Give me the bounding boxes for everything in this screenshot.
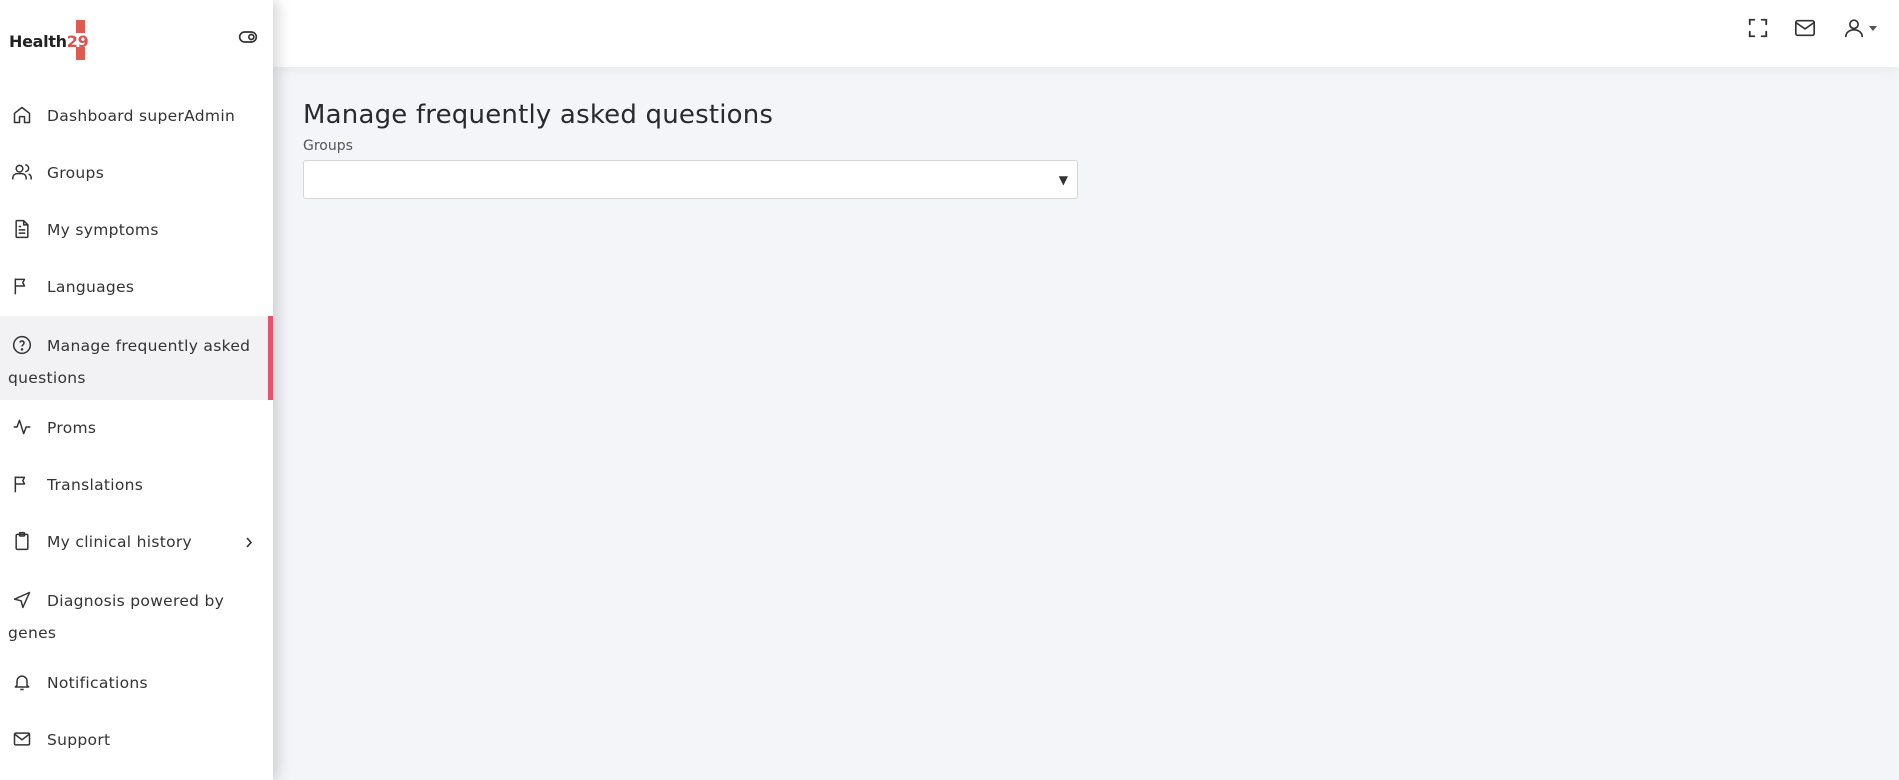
sidebar-item-label: My symptoms <box>47 221 159 239</box>
sidebar-item-languages[interactable]: Languages <box>0 259 273 316</box>
sidebar-item-support[interactable]: Support <box>0 712 273 769</box>
flag-icon <box>14 278 26 294</box>
page-title: Manage frequently asked questions <box>303 100 774 130</box>
bell-icon <box>14 674 30 690</box>
activity-icon <box>13 419 31 434</box>
sidebar-item-label: Notifications <box>47 674 148 692</box>
sidebar-item-my-symptoms[interactable]: My symptoms <box>0 202 273 259</box>
mail-icon[interactable] <box>1794 17 1816 39</box>
mail-icon <box>13 731 31 746</box>
sidebar-item-label: Languages <box>47 278 135 296</box>
user-icon[interactable] <box>1843 17 1865 39</box>
document-icon <box>15 219 29 238</box>
topbar <box>273 0 1899 67</box>
logo-cross-icon <box>76 20 85 60</box>
sidebar-item-dashboard[interactable]: Dashboard superAdmin <box>0 88 273 145</box>
sidebar-item-translations[interactable]: Translations <box>0 457 273 514</box>
chevron-right-icon <box>246 537 253 548</box>
sidebar-item-label: Translations <box>47 476 144 494</box>
sidebar-item-manage-faq[interactable]: Manage frequently asked questions <box>0 316 273 400</box>
sidebar-item-label: Support <box>47 731 111 749</box>
fullscreen-icon[interactable] <box>1747 17 1769 39</box>
sidebar-item-notifications[interactable]: Notifications <box>0 655 273 712</box>
main-content: Manage frequently asked questions Groups… <box>303 100 1078 199</box>
sidebar: Health29 Dashboard superAdmin Groups My … <box>0 0 273 780</box>
sidebar-item-proms[interactable]: Proms <box>0 400 273 457</box>
sidebar-item-diagnosis-genes[interactable]: Diagnosis powered by genes <box>0 571 273 655</box>
clipboard-icon <box>15 531 29 550</box>
sidebar-item-label: Dashboard superAdmin <box>47 107 236 125</box>
sidebar-toggle-icon[interactable] <box>238 27 258 47</box>
sidebar-item-groups[interactable]: Groups <box>0 145 273 202</box>
sidebar-item-my-clinical-history[interactable]: My clinical history <box>0 514 273 571</box>
caret-down-icon[interactable] <box>1867 22 1879 34</box>
help-circle-icon <box>12 335 32 354</box>
sidebar-item-label: Manage frequently asked questions <box>8 337 251 387</box>
flag-icon <box>14 476 26 492</box>
sidebar-item-label: Groups <box>47 164 105 182</box>
users-icon <box>12 163 32 179</box>
sidebar-nav: Dashboard superAdmin Groups My symptoms … <box>0 88 273 769</box>
home-icon <box>13 106 31 123</box>
groups-label: Groups <box>303 138 353 154</box>
sidebar-item-label: Diagnosis powered by genes <box>8 592 225 642</box>
select-arrow-icon: ▼ <box>1058 173 1068 187</box>
sidebar-item-label: Proms <box>47 419 97 437</box>
navigation-icon <box>13 591 31 608</box>
sidebar-item-label: My clinical history <box>47 533 193 551</box>
groups-select[interactable]: ▼ <box>303 160 1078 199</box>
